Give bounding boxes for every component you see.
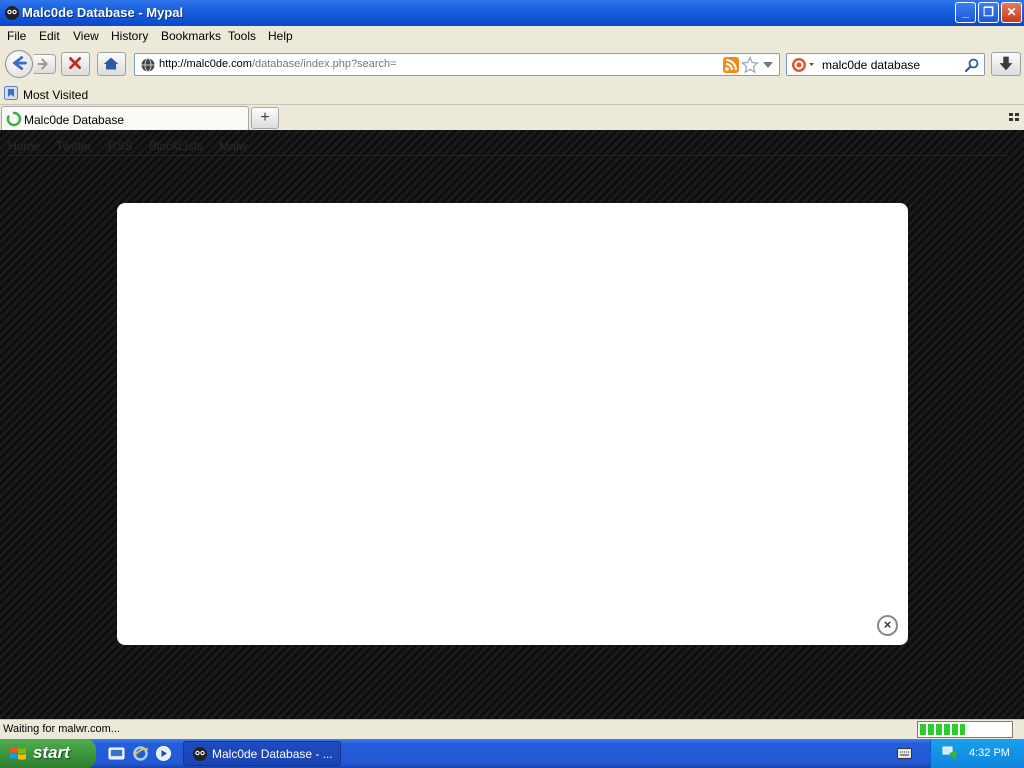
bookmarks-toolbar: Most Visited (0, 82, 1024, 105)
page-content: Home Twitter RSS BlackLists Malw × (0, 130, 1024, 719)
windows-taskbar: start Malc0de Database - ... 4:32 PM (0, 739, 1024, 768)
title-bar: Malc0de Database - Mypal _ ❐ ✕ (0, 0, 1024, 26)
start-button[interactable]: start (0, 739, 96, 768)
list-all-tabs-icon[interactable] (1008, 112, 1020, 122)
windows-logo-icon (10, 747, 26, 760)
home-button[interactable] (97, 52, 126, 76)
url-history-dropdown-icon[interactable] (762, 60, 774, 70)
site-nav-twitter[interactable]: Twitter (56, 139, 91, 153)
back-button[interactable] (5, 50, 33, 78)
network-status-icon[interactable] (942, 745, 958, 761)
new-tab-button[interactable]: + (251, 107, 279, 129)
forward-arrow-icon (37, 58, 48, 70)
page-load-progress-bar (917, 721, 1013, 738)
search-bar[interactable]: malc0de database (786, 53, 985, 76)
site-nav-divider (8, 155, 1008, 156)
maximize-button[interactable]: ❐ (978, 2, 999, 23)
home-icon (103, 57, 119, 70)
download-arrow-icon (999, 56, 1013, 71)
downloads-button[interactable] (991, 52, 1021, 76)
mypal-app-icon (5, 6, 19, 20)
progress-fill (920, 724, 965, 735)
status-bar: Waiting for malwr.com... (0, 719, 1024, 739)
tab-strip: Malc0de Database + (0, 105, 1024, 130)
mypal-taskbar-icon (193, 747, 207, 761)
lightbox-modal: × (117, 203, 908, 645)
loading-spinner-icon (6, 111, 22, 127)
menu-help[interactable]: Help (268, 29, 293, 43)
menu-bar: File Edit View History Bookmarks Tools H… (0, 26, 1024, 47)
back-arrow-icon (12, 56, 27, 71)
menu-edit[interactable]: Edit (39, 29, 60, 43)
close-window-button[interactable]: ✕ (1001, 2, 1022, 23)
tab-title: Malc0de Database (24, 113, 125, 127)
taskbar-window-button[interactable]: Malc0de Database - ... (183, 741, 341, 766)
url-text[interactable]: http://malc0de.com/database/index.php?se… (159, 58, 397, 70)
menu-file[interactable]: File (7, 29, 26, 43)
tab-malc0de-database[interactable]: Malc0de Database (1, 106, 249, 130)
window-title: Malc0de Database - Mypal (22, 5, 184, 20)
stop-button[interactable] (61, 52, 90, 76)
bookmark-star-icon[interactable] (741, 56, 759, 74)
most-visited-bookmark[interactable]: Most Visited (23, 88, 88, 102)
navigation-toolbar: http://malc0de.com/database/index.php?se… (0, 47, 1024, 82)
stop-x-icon (69, 57, 81, 70)
search-icon[interactable] (964, 57, 980, 73)
taskbar-window-label: Malc0de Database - ... (212, 747, 333, 761)
site-identity-icon[interactable] (140, 57, 156, 73)
url-path: /database/index.php?search= (251, 58, 397, 70)
address-bar[interactable]: http://malc0de.com/database/index.php?se… (134, 53, 780, 76)
menu-view[interactable]: View (73, 29, 99, 43)
quicklaunch-internet-explorer-icon[interactable] (132, 745, 149, 762)
keyboard-language-icon[interactable] (897, 748, 912, 759)
site-nav-home[interactable]: Home (8, 139, 40, 153)
site-nav-rss[interactable]: RSS (108, 139, 133, 153)
minimize-button[interactable]: _ (955, 2, 976, 23)
url-host: http://malc0de.com (159, 58, 252, 70)
forward-button[interactable] (34, 54, 56, 74)
system-tray: 4:32 PM (930, 739, 1024, 768)
quicklaunch-show-desktop-icon[interactable] (108, 745, 125, 762)
menu-tools[interactable]: Tools (228, 29, 256, 43)
quicklaunch-media-player-icon[interactable] (155, 745, 172, 762)
modal-close-button[interactable]: × (877, 615, 898, 636)
status-text: Waiting for malwr.com... (3, 723, 120, 735)
search-input[interactable]: malc0de database (822, 58, 920, 72)
taskbar-clock: 4:32 PM (969, 747, 1010, 759)
start-label: start (33, 743, 70, 762)
site-navigation: Home Twitter RSS BlackLists Malw (8, 139, 260, 153)
menu-bookmarks[interactable]: Bookmarks (161, 29, 221, 43)
menu-history[interactable]: History (111, 29, 148, 43)
search-engine-icon[interactable] (791, 57, 815, 73)
most-visited-folder-icon[interactable] (4, 86, 18, 100)
rss-feed-icon[interactable] (723, 57, 739, 73)
site-nav-blacklists[interactable]: BlackLists (149, 139, 203, 153)
site-nav-malw[interactable]: Malw (219, 139, 247, 153)
